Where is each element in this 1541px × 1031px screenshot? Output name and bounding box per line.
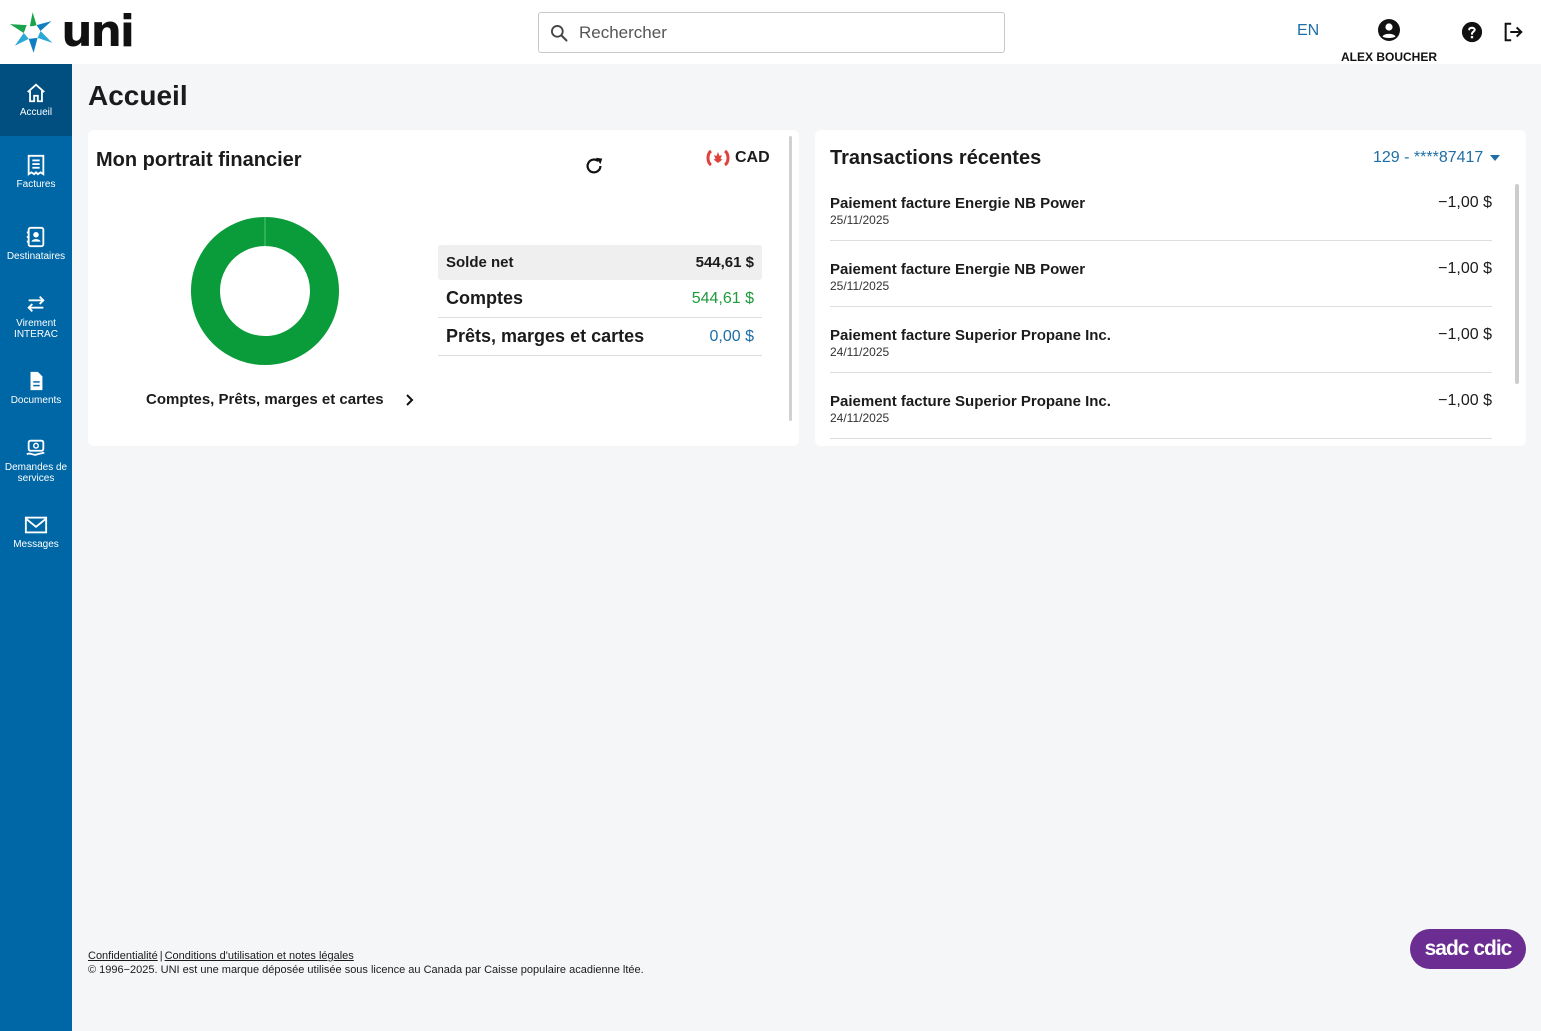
- chart-link-label: Comptes, Prêts, marges et cartes: [146, 391, 384, 408]
- sidebar: Accueil Factures Destinataires Virement …: [0, 64, 72, 1031]
- help-button[interactable]: [1461, 21, 1483, 48]
- transaction-row[interactable]: Paiement facture Superior Propane Inc. 2…: [830, 373, 1492, 439]
- user-menu[interactable]: ALEX BOUCHER: [1340, 18, 1438, 64]
- sidebar-item-demandes-services[interactable]: Demandes de services: [0, 424, 72, 496]
- chart-details-link[interactable]: Comptes, Prêts, marges et cartes: [146, 391, 426, 408]
- mail-icon: [24, 516, 48, 534]
- sidebar-item-label: Destinataires: [6, 251, 66, 262]
- brand-name: uni: [61, 6, 135, 57]
- sidebar-item-messages[interactable]: Messages: [0, 496, 72, 568]
- accounts-row[interactable]: Comptes 544,61 $: [438, 280, 762, 318]
- transaction-amount: −1,00 $: [1438, 194, 1492, 211]
- transaction-list: Paiement facture Energie NB Power 25/11/…: [830, 175, 1492, 439]
- document-icon: [30, 371, 43, 391]
- loans-value: 0,00 $: [709, 327, 754, 345]
- transaction-name: Paiement facture Superior Propane Inc.: [830, 327, 1111, 344]
- portrait-title: Mon portrait financier: [96, 149, 302, 171]
- cdic-text: sadc cdic: [1424, 937, 1513, 960]
- refresh-icon: [586, 157, 603, 174]
- page-title: Accueil: [88, 80, 188, 111]
- transaction-date: 24/11/2025: [830, 411, 890, 425]
- sidebar-item-label: Documents: [10, 395, 62, 406]
- contacts-icon: [26, 226, 45, 248]
- logout-icon: [1504, 22, 1523, 42]
- net-balance-row: Solde net 544,61 $: [438, 245, 762, 280]
- sidebar-item-label: Messages: [13, 539, 59, 550]
- user-name: ALEX BOUCHER: [1340, 50, 1437, 64]
- copyright-text: © 1996−2025. UNI est une marque déposée …: [88, 964, 644, 976]
- account-number: 129 - ****87417: [1373, 149, 1484, 166]
- service-icon: [26, 439, 45, 456]
- help-icon: [1461, 21, 1483, 43]
- search-box[interactable]: [538, 12, 1005, 53]
- currency-code: CAD: [735, 149, 770, 166]
- transfer-icon: [27, 295, 45, 312]
- portrait-scrollbar[interactable]: [789, 136, 792, 421]
- recent-transactions-card: Transactions récentes 129 - ****87417 Pa…: [815, 130, 1526, 446]
- sidebar-item-destinataires[interactable]: Destinataires: [0, 208, 72, 280]
- portfolio-donut-chart: [191, 217, 339, 365]
- cdic-badge[interactable]: sadc cdic: [1410, 929, 1526, 969]
- transaction-name: Paiement facture Energie NB Power: [830, 261, 1086, 278]
- search-icon: [551, 24, 568, 41]
- star-logo-icon: [9, 12, 53, 53]
- transaction-date: 25/11/2025: [830, 213, 890, 227]
- transaction-row[interactable]: Paiement facture Energie NB Power 25/11/…: [830, 241, 1492, 307]
- sidebar-item-accueil[interactable]: Accueil: [0, 64, 72, 136]
- transaction-row[interactable]: Paiement facture Superior Propane Inc. 2…: [830, 307, 1492, 373]
- sidebar-item-factures[interactable]: Factures: [0, 136, 72, 208]
- balance-summary: Solde net 544,61 $ Comptes 544,61 $ Prêt…: [438, 245, 762, 356]
- transaction-amount: −1,00 $: [1438, 260, 1492, 277]
- logout-button[interactable]: [1502, 21, 1524, 48]
- transaction-row[interactable]: Paiement facture Energie NB Power 25/11/…: [830, 175, 1492, 241]
- receipt-icon: [27, 154, 45, 176]
- transactions-scrollbar[interactable]: [1515, 184, 1519, 384]
- sidebar-item-label: Accueil: [19, 107, 53, 118]
- net-balance-label: Solde net: [446, 254, 514, 271]
- transaction-name: Paiement facture Superior Propane Inc.: [830, 393, 1111, 410]
- account-circle-icon: [1378, 19, 1400, 41]
- account-selector[interactable]: 129 - ****87417: [1373, 149, 1501, 167]
- sidebar-item-virement-interac[interactable]: Virement INTERAC: [0, 280, 72, 352]
- accounts-value: 544,61 $: [691, 289, 754, 307]
- loans-row[interactable]: Prêts, marges et cartes 0,00 $: [438, 318, 762, 356]
- footer: Confidentialité | Conditions d'utilisation…: [88, 950, 644, 976]
- transaction-date: 24/11/2025: [830, 345, 890, 359]
- sidebar-item-documents[interactable]: Documents: [0, 352, 72, 424]
- language-toggle[interactable]: EN: [1297, 22, 1319, 40]
- donut-slice-comptes[interactable]: [191, 217, 339, 365]
- transactions-title: Transactions récentes: [830, 147, 1042, 169]
- financial-portrait-card: Mon portrait financier CAD Comptes, Prêt…: [88, 130, 799, 446]
- uni-logo[interactable]: uni: [8, 6, 135, 57]
- privacy-link[interactable]: Confidentialité: [88, 950, 158, 962]
- currency-selector[interactable]: CAD: [705, 149, 770, 167]
- transaction-amount: −1,00 $: [1438, 392, 1492, 409]
- top-header: uni EN ALEX BOUCHER: [0, 0, 1541, 64]
- transaction-amount: −1,00 $: [1438, 326, 1492, 343]
- loans-label: Prêts, marges et cartes: [446, 326, 645, 346]
- search-input[interactable]: [579, 22, 979, 43]
- sidebar-item-label: Virement INTERAC: [14, 317, 58, 340]
- sidebar-item-label: Demandes de services: [4, 461, 68, 484]
- refresh-button[interactable]: [583, 155, 605, 182]
- footer-separator: |: [159, 950, 163, 962]
- caret-down-icon: [1490, 155, 1501, 161]
- net-balance-value: 544,61 $: [695, 254, 754, 271]
- home-icon: [27, 83, 45, 103]
- chevron-right-icon: [405, 393, 414, 406]
- accounts-label: Comptes: [446, 288, 524, 308]
- transaction-name: Paiement facture Energie NB Power: [830, 195, 1086, 212]
- sidebar-item-label: Factures: [16, 179, 56, 190]
- transaction-date: 25/11/2025: [830, 279, 890, 293]
- terms-link[interactable]: Conditions d'utilisation et notes légale…: [165, 950, 354, 962]
- canada-flag-icon: [706, 149, 730, 167]
